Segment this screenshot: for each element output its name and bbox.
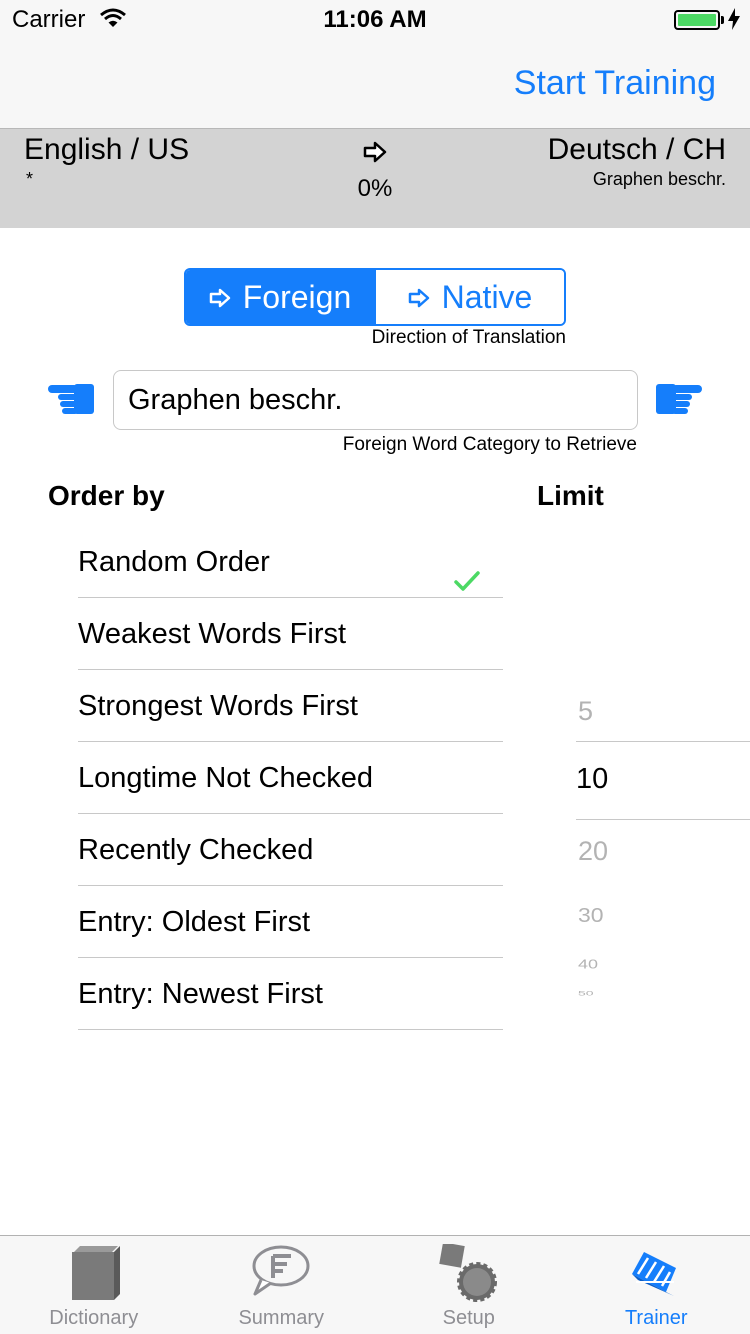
order-option-strongest[interactable]: Strongest Words First xyxy=(78,670,503,742)
gears-icon xyxy=(437,1242,501,1309)
tab-label: Setup xyxy=(442,1307,495,1329)
pointing-hand-left-icon[interactable] xyxy=(46,382,96,421)
language-header: English / US * 0% Deutsch / CH Graphen b… xyxy=(0,128,750,228)
arrow-right-icon xyxy=(209,279,231,316)
limit-selected-option[interactable]: 10 xyxy=(576,763,608,796)
charging-icon xyxy=(728,8,740,34)
order-option-label: Entry: Oldest First xyxy=(78,906,311,938)
navigation-bar: Start Training xyxy=(0,40,750,128)
order-option-longtime-not-checked[interactable]: Longtime Not Checked xyxy=(78,742,503,814)
speech-bubble-icon xyxy=(251,1244,311,1303)
order-option-label: Strongest Words First xyxy=(78,690,358,722)
clock: 11:06 AM xyxy=(323,6,427,33)
limit-option[interactable]: 5 xyxy=(578,696,593,727)
target-language: Deutsch / CH xyxy=(547,133,726,166)
tab-label: Summary xyxy=(238,1307,325,1329)
arrow-right-icon xyxy=(408,279,430,316)
limit-header: Limit xyxy=(537,480,604,511)
order-list: Random Order Weakest Words First Stronge… xyxy=(78,526,503,1030)
category-caption: Foreign Word Category to Retrieve xyxy=(342,434,637,455)
direction-native-label: Native xyxy=(441,278,533,315)
trainer-icon xyxy=(626,1244,686,1307)
start-training-button[interactable]: Start Training xyxy=(514,64,716,103)
order-option-label: Longtime Not Checked xyxy=(78,762,373,794)
direction-arrow-icon xyxy=(362,141,388,168)
tab-setup[interactable]: Setup xyxy=(375,1236,563,1334)
picker-divider xyxy=(576,741,750,742)
limit-picker[interactable]: 5 10 20 30 40 50 xyxy=(576,680,750,1020)
limit-option[interactable]: 50 xyxy=(578,989,594,996)
order-option-oldest-first[interactable]: Entry: Oldest First xyxy=(78,886,503,958)
limit-option[interactable]: 30 xyxy=(578,903,604,927)
book-icon xyxy=(66,1244,122,1309)
direction-foreign-label: Foreign xyxy=(242,278,352,315)
tab-trainer[interactable]: Trainer xyxy=(563,1236,750,1334)
direction-caption: Direction of Translation xyxy=(371,327,566,348)
limit-option[interactable]: 20 xyxy=(578,836,608,867)
picker-divider xyxy=(576,819,750,820)
direction-foreign-segment[interactable]: Foreign xyxy=(186,270,374,324)
tab-label: Dictionary xyxy=(49,1307,139,1329)
category-field[interactable]: Graphen beschr. xyxy=(113,370,638,430)
order-option-label: Entry: Newest First xyxy=(78,978,323,1010)
target-category: Graphen beschr. xyxy=(592,169,726,189)
order-option-newest-first[interactable]: Entry: Newest First xyxy=(78,958,503,1030)
order-option-random[interactable]: Random Order xyxy=(78,526,503,598)
order-option-label: Random Order xyxy=(78,546,270,578)
pointing-hand-right-icon[interactable] xyxy=(654,382,704,421)
tab-bar: Dictionary Summary Setup Trainer xyxy=(0,1235,750,1334)
direction-segmented-control: Foreign Native xyxy=(184,268,566,326)
direction-native-segment[interactable]: Native xyxy=(374,270,564,324)
order-by-header: Order by xyxy=(48,480,165,511)
order-option-weakest[interactable]: Weakest Words First xyxy=(78,598,503,670)
tab-summary[interactable]: Summary xyxy=(188,1236,376,1334)
order-option-label: Weakest Words First xyxy=(78,618,347,650)
battery-cap xyxy=(721,16,724,24)
order-option-recently-checked[interactable]: Recently Checked xyxy=(78,814,503,886)
tab-label: Trainer xyxy=(624,1307,688,1329)
battery-icon xyxy=(674,10,720,30)
source-language: English / US xyxy=(24,133,190,166)
tab-dictionary[interactable]: Dictionary xyxy=(0,1236,188,1334)
limit-option[interactable]: 40 xyxy=(578,957,598,972)
order-option-label: Recently Checked xyxy=(78,834,314,866)
status-bar: Carrier 11:06 AM xyxy=(0,0,750,40)
